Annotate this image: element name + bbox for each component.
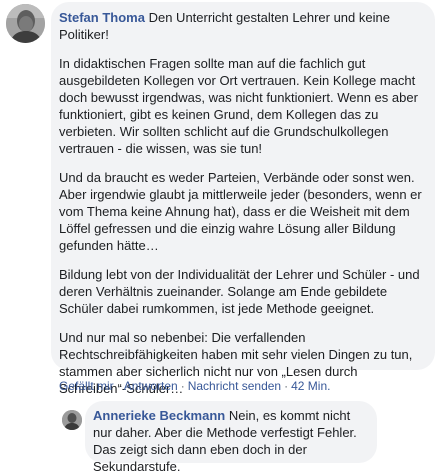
separator: ·: [284, 379, 289, 393]
comment-thread: Stefan Thoma Den Unterricht gestalten Le…: [0, 0, 443, 474]
separator: ·: [116, 379, 121, 393]
comment-paragraph-1: In didaktischen Fragen sollte man auf di…: [59, 56, 418, 156]
send-message-link[interactable]: Nachricht senden: [188, 379, 281, 393]
avatar[interactable]: [6, 4, 45, 43]
comment-paragraph-3: Bildung lebt von der Individualität der …: [59, 267, 420, 316]
comment-actions: Gefällt mir · Antworten · Nachricht senden · 4…: [59, 378, 330, 394]
avatar-photo: [6, 4, 45, 43]
reply-bubble: Annerieke Beckmann Nein, es kommt nicht …: [85, 401, 377, 474]
avatar-photo: [62, 410, 82, 430]
reply-link[interactable]: Antworten: [124, 379, 178, 393]
comment-first-line: Stefan Thoma Den Unterricht gestalten Le…: [59, 9, 427, 43]
timestamp-link[interactable]: 42 Min.: [291, 379, 330, 393]
like-link[interactable]: Gefällt mir: [59, 379, 114, 393]
comment-bubble: Stefan Thoma Den Unterricht gestalten Le…: [51, 2, 435, 396]
reply-author-link[interactable]: Annerieke Beckmann: [93, 408, 225, 423]
separator: ·: [180, 379, 185, 393]
comment-author-link[interactable]: Stefan Thoma: [59, 10, 145, 25]
reply-avatar[interactable]: [62, 410, 82, 430]
comment-paragraph-2: Und da braucht es weder Parteien, Verbän…: [59, 170, 422, 253]
